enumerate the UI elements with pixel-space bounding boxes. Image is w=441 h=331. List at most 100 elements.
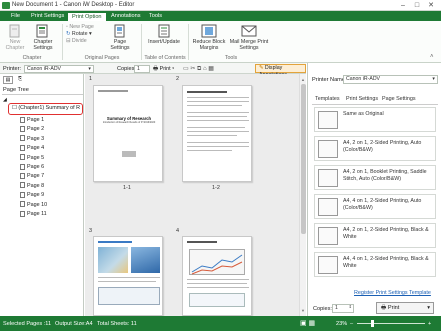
tree-page-item[interactable]: Page 7 <box>20 172 44 181</box>
reduce-block-margins-button[interactable]: Reduce Block Margins <box>192 24 226 51</box>
new-chapter-icon <box>9 24 20 38</box>
printer-name-select[interactable]: Canon iR-ADV ▾ <box>343 75 438 84</box>
print-settings-panel: Printer Name Canon iR-ADV ▾ Templates Pr… <box>307 63 441 316</box>
doc-subtitle: Introduction of Research Results of FY20… <box>102 121 156 124</box>
chapter-settings-label: Chapter Settings <box>33 39 53 51</box>
new-page-button[interactable]: ▫ New Page <box>66 24 106 31</box>
insert-update-toc-button[interactable]: Insert/Update <box>145 24 183 45</box>
template-item[interactable]: A4, 4 on 1, 2-Sided Printing, Black & Wh… <box>314 252 436 277</box>
page-view: 1 2 3 4 Summary of Research Introduction… <box>85 74 306 316</box>
chapter-icon: ☐ <box>12 105 17 111</box>
page-thumbnail[interactable] <box>182 236 252 316</box>
ribbon-tab-bar: File Print Settings Print Option Annotat… <box>0 11 441 21</box>
printer-name-value: Canon iR-ADV <box>346 76 381 82</box>
page-tree-tab-icon[interactable]: ▤ <box>3 76 13 84</box>
tree-page-item[interactable]: Page 9 <box>20 191 44 200</box>
template-item[interactable]: Same as Original <box>314 107 436 132</box>
tab-annotations[interactable]: Annotations <box>107 12 145 21</box>
zoom-out-icon[interactable]: – <box>350 321 353 327</box>
new-chapter-button[interactable]: New Chapter <box>4 24 26 51</box>
template-item[interactable]: A4, 2 on 1, 2-Sided Printing, Black & Wh… <box>314 223 436 248</box>
close-button[interactable]: ✕ <box>425 1 437 10</box>
mail-merge-print-settings-button[interactable]: Mail Merge Print Settings <box>229 24 269 51</box>
page-thumbnail[interactable]: Summary of Research Introduction of Rese… <box>93 85 163 182</box>
maximize-button[interactable]: □ <box>411 1 423 10</box>
tab-file[interactable]: File <box>7 12 24 21</box>
template-item[interactable]: A4, 2 on 1, Booklet Printing, Saddle Sti… <box>314 165 436 190</box>
tree-page-item[interactable]: Page 8 <box>20 182 44 191</box>
template-label: A4, 2 on 1, 2-Sided Printing, Black & Wh… <box>343 227 429 240</box>
print-toolbar-button[interactable]: 🖶 Print ▾ <box>153 65 174 74</box>
tree-page-label: Page 5 <box>27 154 45 161</box>
page-thumbnail[interactable] <box>182 85 252 182</box>
stepper-icon: ⇕ <box>348 304 352 309</box>
tab-print-option[interactable]: Print Option <box>67 12 107 21</box>
tree-chapter-item[interactable]: ☐ (Chapter1) Summary of R <box>12 104 80 113</box>
group-toc-label: Table of Contents <box>144 55 186 61</box>
page-heading-line <box>187 91 227 93</box>
page-thumbnail[interactable] <box>93 236 163 316</box>
table-block <box>189 293 245 307</box>
tab-print-settings-panel[interactable]: Print Settings <box>346 96 378 102</box>
tab-tools[interactable]: Tools <box>145 12 166 21</box>
page-icon <box>20 125 25 132</box>
printer-name-label: Printer Name <box>312 77 345 83</box>
template-thumbnail-icon <box>318 111 338 129</box>
zoom-slider-track[interactable] <box>357 323 425 324</box>
tree-page-item[interactable]: Page 2 <box>20 125 44 134</box>
tree-page-item[interactable]: Page 1 <box>20 116 44 125</box>
copies-input[interactable]: 1 <box>134 64 150 73</box>
tab-page-settings[interactable]: Page Settings <box>382 96 416 102</box>
tree-page-item[interactable]: Page 4 <box>20 144 44 153</box>
tree-page-item[interactable]: Page 3 <box>20 135 44 144</box>
group-tools-label: Tools <box>224 55 238 61</box>
panel-print-button[interactable]: 🖶 Print ▾ <box>376 302 434 314</box>
scroll-thumb[interactable] <box>301 84 306 234</box>
toolbar-icons[interactable]: ▭ ✂ ⧉ ⌂ ▦ <box>183 65 214 73</box>
template-item[interactable]: A4, 2 on 1, 2-Sided Printing, Auto (Colo… <box>314 136 436 161</box>
display-annotations-toggle[interactable]: ✎ Display Annotations <box>255 64 306 78</box>
tree-page-item[interactable]: Page 11 <box>20 210 47 219</box>
page-label: 1-1 <box>123 185 131 191</box>
page-settings-button[interactable]: Page Settings <box>106 24 134 51</box>
tab-print-settings[interactable]: Print Settings <box>27 12 68 21</box>
chart-image <box>189 249 245 275</box>
minimize-button[interactable]: – <box>397 1 409 10</box>
register-template-link[interactable]: Register Print Settings Template <box>354 290 431 296</box>
expand-icon[interactable]: ◢ <box>3 97 7 103</box>
output-size-status: Output Size:A4 <box>55 321 93 327</box>
zoom-slider-thumb[interactable] <box>371 320 374 327</box>
page-icon <box>20 201 25 208</box>
page-settings-label: Page Settings <box>110 39 130 51</box>
page-icon <box>20 144 25 151</box>
divider <box>2 94 83 95</box>
template-item[interactable]: A4, 4 on 1, 2-Sided Printing, Auto (Colo… <box>314 194 436 219</box>
scroll-up-icon[interactable]: ▲ <box>301 77 305 82</box>
chart-graphic <box>191 254 243 275</box>
rotate-button[interactable]: ↻ Rotate ▾ <box>66 31 106 38</box>
logo-block <box>122 151 136 157</box>
tree-page-label: Page 2 <box>27 126 45 133</box>
scroll-down-icon[interactable]: ▼ <box>301 308 305 313</box>
printer-select[interactable]: Canon iR-ADV ▾ <box>24 64 94 73</box>
tree-page-item[interactable]: Page 10 <box>20 201 47 210</box>
template-label: A4, 4 on 1, 2-Sided Printing, Auto (Colo… <box>343 198 422 211</box>
new-page-label: New Page <box>69 24 94 30</box>
attachment-tab-icon[interactable]: ⎘ <box>15 76 25 84</box>
chapter-settings-button[interactable]: Chapter Settings <box>29 24 57 51</box>
insert-update-label: Insert/Update <box>148 39 180 45</box>
table-block <box>98 287 160 305</box>
zoom-in-icon[interactable]: + <box>428 321 431 327</box>
template-thumbnail-icon <box>318 227 338 245</box>
tree-page-item[interactable]: Page 5 <box>20 154 44 163</box>
divide-button[interactable]: ⊟ Divide <box>66 38 106 45</box>
view-mode-icons[interactable]: ▣ ▦ <box>300 319 315 327</box>
chevron-down-icon: ▾ <box>427 305 430 311</box>
vertical-scrollbar[interactable]: ▲ ▼ <box>299 74 306 316</box>
tab-templates[interactable]: Templates <box>315 96 340 102</box>
tree-page-item[interactable]: Page 6 <box>20 163 44 172</box>
mail-merge-label: Mail Merge Print Settings <box>229 39 269 51</box>
panel-copies-input[interactable]: 1 ⇕ <box>332 304 354 313</box>
collapse-ribbon-icon[interactable]: ˄ <box>430 54 434 60</box>
chevron-down-icon: ▾ <box>432 76 435 82</box>
